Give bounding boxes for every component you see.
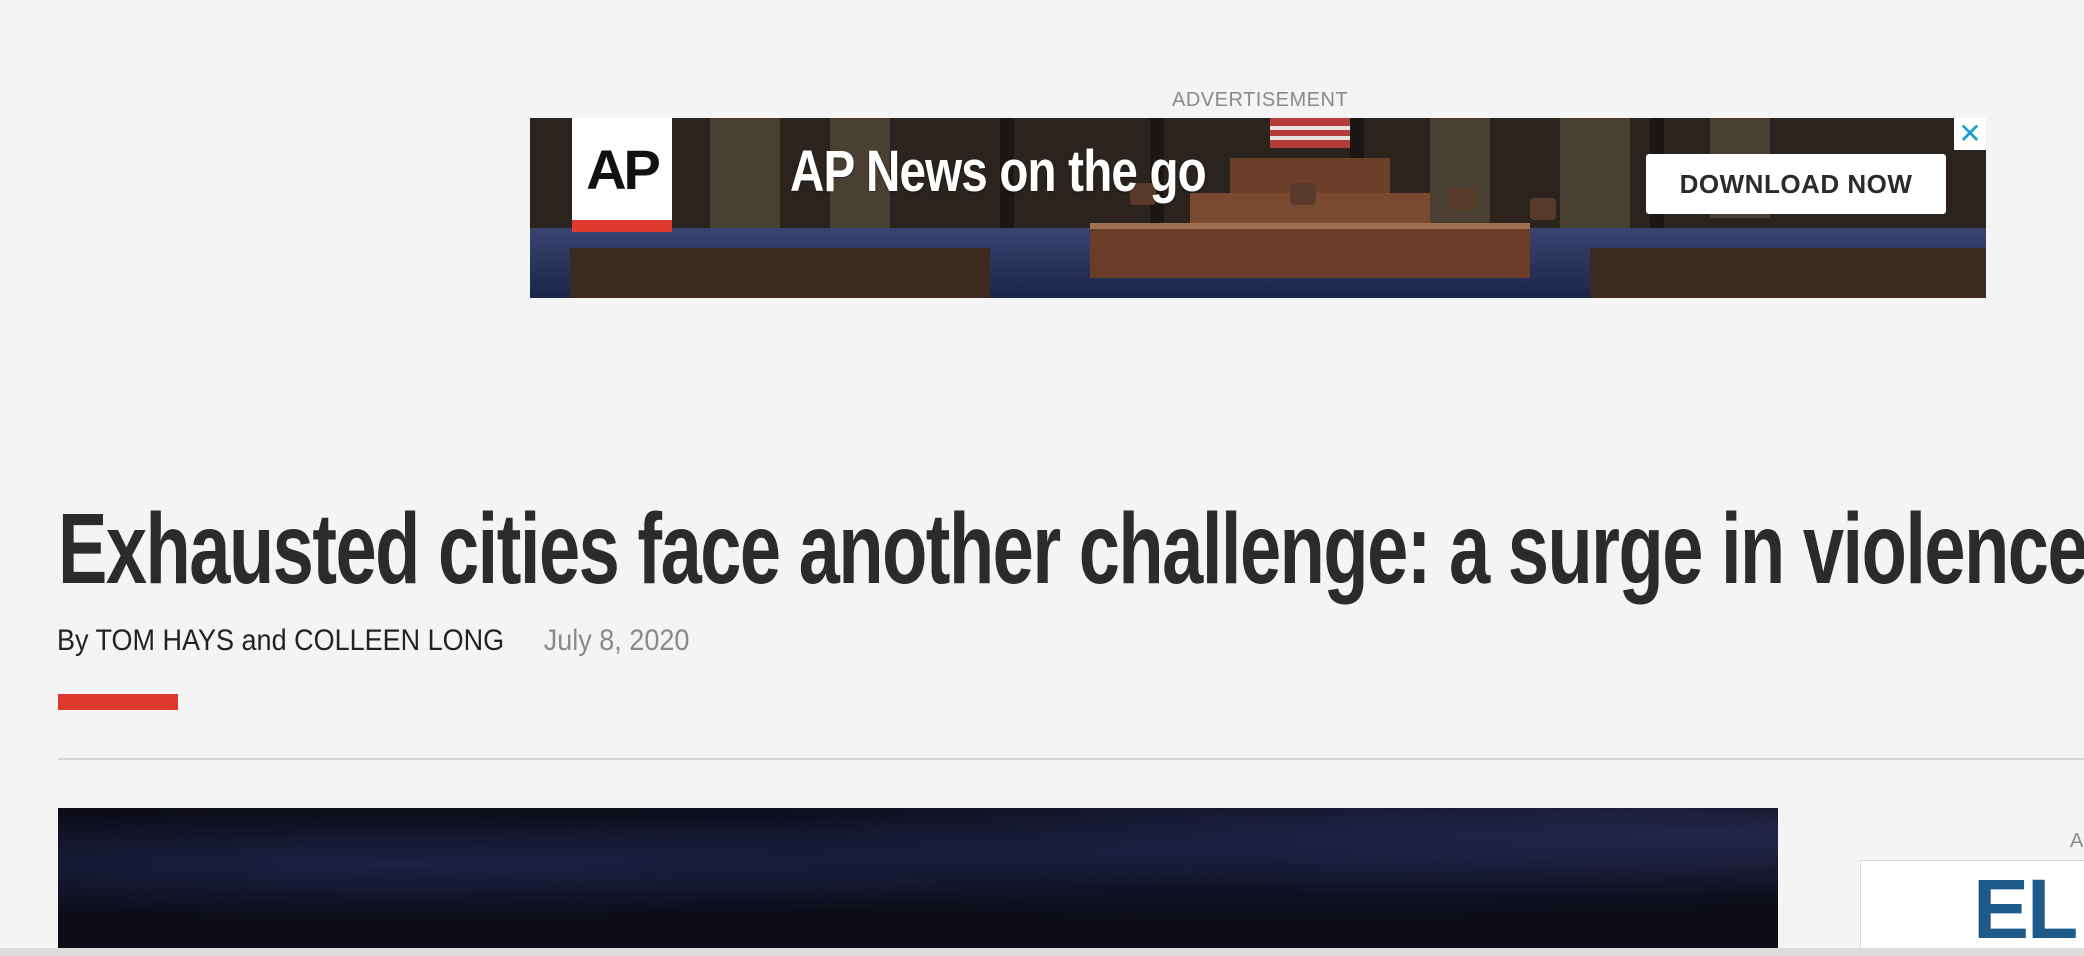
ap-logo-text: AP: [586, 137, 661, 201]
ap-logo: AP: [572, 118, 672, 232]
side-ad[interactable]: EL: [1860, 860, 2084, 956]
divider: [58, 758, 2084, 760]
article-page: ADVERTISEMENT AP AP News on the go DOWNL…: [0, 0, 2084, 956]
ad-banner[interactable]: AP AP News on the go DOWNLOAD NOW: [530, 118, 1986, 298]
download-now-button[interactable]: DOWNLOAD NOW: [1646, 154, 1946, 214]
bottom-edge: [0, 948, 2084, 956]
article-headline: Exhausted cities face another challenge:…: [58, 493, 2084, 605]
article-byline: By TOM HAYS and COLLEEN LONG: [57, 624, 505, 657]
close-icon[interactable]: ✕: [1954, 118, 1986, 150]
advertisement-label: ADVERTISEMENT: [1172, 89, 1349, 111]
accent-bar: [58, 694, 178, 710]
article-byline-row: By TOM HAYS and COLLEEN LONG July 8, 2020: [57, 624, 689, 658]
side-advertisement-label: A: [2070, 830, 2084, 852]
article-date: July 8, 2020: [543, 624, 690, 657]
banner-headline: AP News on the go: [790, 139, 1207, 204]
lead-image[interactable]: [58, 808, 1778, 948]
side-ad-brand-logo: EL: [1973, 862, 2078, 956]
